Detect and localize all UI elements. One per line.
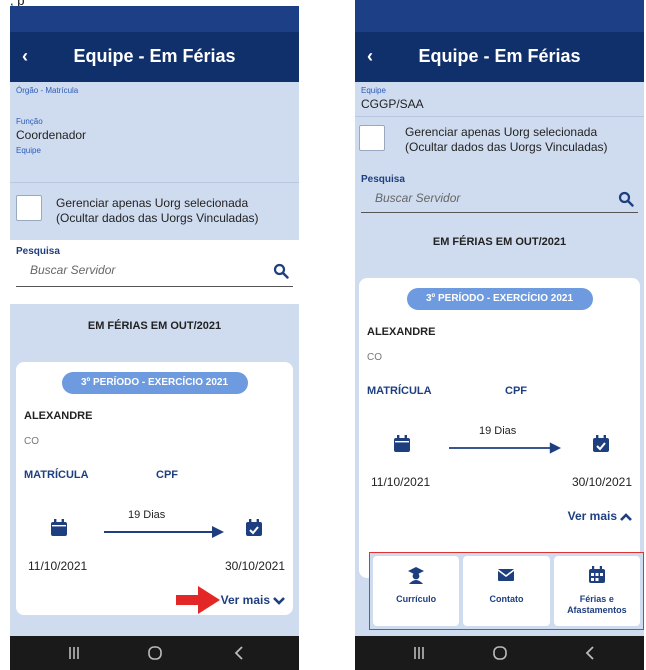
phone-screen-right: ‹ Equipe - Em Férias Equipe CGGP/SAA Ger… [355,0,644,670]
matricula-label: MATRÍCULA [367,385,432,397]
envelope-icon [498,569,515,581]
ver-mais-label: Ver mais [567,509,617,523]
employee-subtitle: CO [24,436,39,447]
android-nav-bar [10,636,299,670]
calendar-check-icon [246,519,262,536]
search-input[interactable] [30,263,230,277]
action-buttons-panel: Currículo Contato Férias e Afastamentos [369,552,644,630]
contato-label: Contato [489,594,524,604]
page-title: Equipe - Em Férias [418,46,581,66]
ferias-afastamentos-label: Férias e Afastamentos [567,594,627,615]
vacation-dates: 11/10/2021 30/10/2021 [367,475,632,495]
ver-mais-button[interactable]: Ver mais [24,593,285,607]
employee-fields: MATRÍCULA CPF [367,385,632,405]
employee-card: 3º PERÍODO - EXERCÍCIO 2021 ALEXANDRE CO… [16,362,293,615]
section-title: EM FÉRIAS EM OUT/2021 [87,320,222,332]
cpf-label: CPF [505,385,527,397]
vacation-timeline: 19 Dias [24,495,285,559]
search-label: Pesquisa [361,174,405,185]
search-field [16,257,293,287]
start-date: 11/10/2021 [371,475,431,489]
period-badge: 3º PERÍODO - EXERCÍCIO 2021 [406,288,593,310]
home-icon[interactable] [146,644,164,662]
employee-card: 3º PERÍODO - EXERCÍCIO 2021 ALEXANDRE CO… [359,278,640,578]
app-bar: ‹ Equipe - Em Férias [355,32,644,82]
search-input[interactable] [375,191,575,205]
uorg-filter-label: Gerenciar apenas Uorg selecionada (Ocult… [405,125,608,154]
period-badge: 3º PERÍODO - EXERCÍCIO 2021 [61,372,248,394]
contato-button[interactable]: Contato [463,556,550,626]
home-icon[interactable] [491,644,509,662]
chevron-down-icon [273,596,285,605]
status-bar [10,6,299,32]
days-count: 19 Dias [479,425,517,437]
uorg-filter-label: Gerenciar apenas Uorg selecionada (Ocult… [56,196,259,225]
search-icon[interactable] [618,191,634,207]
status-bar [355,0,644,32]
search-section: Pesquisa [355,168,644,224]
vacation-dates: 11/10/2021 30/10/2021 [24,559,285,579]
recent-apps-icon[interactable] [65,644,83,662]
vacation-timeline: 19 Dias [367,411,632,475]
android-nav-bar [355,636,644,670]
graduate-icon [408,567,425,584]
search-field [361,185,638,213]
ferias-afastamentos-button[interactable]: Férias e Afastamentos [553,556,640,626]
section-title: EM FÉRIAS EM OUT/2021 [432,236,567,248]
ver-mais-label: Ver mais [220,593,270,607]
end-date: 30/10/2021 [571,475,632,489]
search-label: Pesquisa [16,246,60,257]
end-date: 30/10/2021 [224,559,285,573]
recent-apps-icon[interactable] [410,644,428,662]
calendar-start-icon [394,435,410,452]
info-panel: Órgão - Matrícula Função Coordenador Equ… [10,82,299,182]
cpf-label: CPF [156,469,178,481]
search-icon[interactable] [273,263,289,279]
vacation-section: EM FÉRIAS EM OUT/2021 3º PERÍODO - EXERC… [10,304,299,644]
info-panel: Equipe CGGP/SAA [355,82,644,116]
orgao-label: Órgão - Matrícula [16,86,79,95]
equipe-value: CGGP/SAA [361,97,424,111]
calendar-start-icon [51,519,67,536]
employee-fields: MATRÍCULA CPF [24,469,285,489]
app-bar: ‹ Equipe - Em Férias [10,32,299,82]
vacation-section: EM FÉRIAS EM OUT/2021 3º PERÍODO - EXERC… [355,224,644,578]
phone-screen-left: ‹ Equipe - Em Férias Órgão - Matrícula F… [10,6,299,670]
uorg-filter-row: Gerenciar apenas Uorg selecionada (Ocult… [10,182,299,240]
curriculo-label: Currículo [396,594,437,604]
calendar-check-icon [593,435,609,452]
red-arrow-icon [176,586,220,614]
ver-mais-button[interactable]: Ver mais [367,509,632,523]
duration-arrow [104,526,224,538]
equipe-label: Equipe [16,146,41,155]
employee-name: ALEXANDRE [24,410,93,422]
page-title: Equipe - Em Férias [73,46,236,66]
curriculo-button[interactable]: Currículo [373,556,460,626]
uorg-filter-checkbox[interactable] [359,125,385,151]
equipe-label: Equipe [361,86,386,95]
employee-subtitle: CO [367,352,382,363]
calendar-icon [588,566,605,583]
uorg-filter-checkbox[interactable] [16,195,42,221]
chevron-up-icon [620,512,632,521]
back-nav-icon[interactable] [230,644,248,662]
days-count: 19 Dias [128,509,166,521]
duration-arrow [449,442,561,454]
search-section: Pesquisa [10,240,299,304]
employee-name: ALEXANDRE [367,326,436,338]
funcao-label: Função [16,117,43,126]
funcao-value: Coordenador [16,128,87,142]
back-nav-icon[interactable] [581,644,599,662]
uorg-filter-row: Gerenciar apenas Uorg selecionada (Ocult… [355,116,644,168]
matricula-label: MATRÍCULA [24,469,89,481]
start-date: 11/10/2021 [28,559,88,573]
